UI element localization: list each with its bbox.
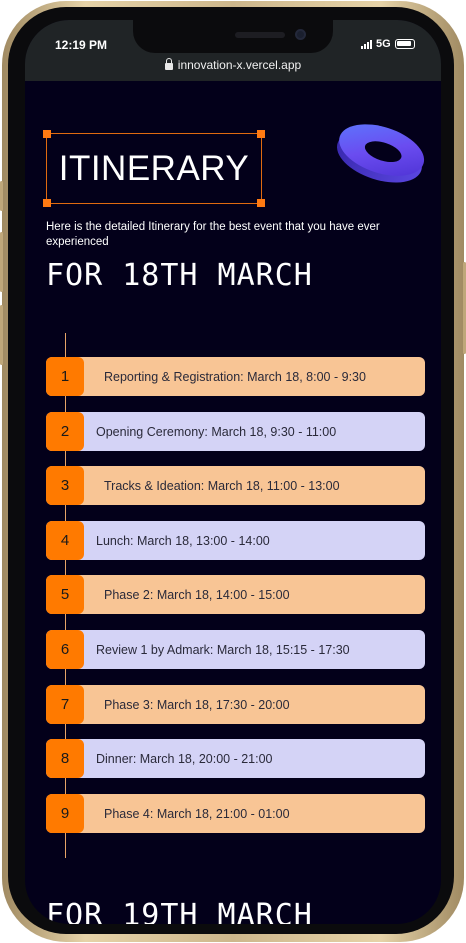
itinerary-item: Opening Ceremony: March 18, 9:30 - 11:00… [46,412,425,451]
itinerary-item: Phase 2: March 18, 14:00 - 15:00 5 [46,575,425,614]
itinerary-item: Review 1 by Admark: March 18, 15:15 - 17… [46,630,425,669]
torus-graphic [337,124,425,183]
itinerary-item: Phase 4: March 18, 21:00 - 01:00 9 [46,794,425,833]
speaker-grille [235,32,285,38]
itinerary-item: Reporting & Registration: March 18, 8:00… [46,357,425,396]
address-bar[interactable]: innovation-x.vercel.app [25,58,441,72]
itinerary-card: Opening Ceremony: March 18, 9:30 - 11:00 [46,412,425,451]
itinerary-number: 4 [46,521,84,560]
itinerary-number: 3 [46,466,84,505]
itinerary-number: 9 [46,794,84,833]
url-text: innovation-x.vercel.app [177,58,302,72]
phone-side-button [0,305,3,365]
itinerary-text: Reporting & Registration: March 18, 8:00… [104,369,366,384]
itinerary-card: Phase 4: March 18, 21:00 - 01:00 [46,794,425,833]
network-label: 5G [376,38,391,50]
itinerary-card: Dinner: March 18, 20:00 - 21:00 [46,739,425,778]
itinerary-item: Lunch: March 18, 13:00 - 14:00 4 [46,521,425,560]
status-bar: 12:19 PM 5G innovation-x.vercel.app [25,20,441,81]
itinerary-number: 6 [46,630,84,669]
lock-icon [164,58,173,70]
phone-side-button [0,181,3,211]
signal-icon [361,39,372,49]
itinerary-number: 5 [46,575,84,614]
itinerary-number: 8 [46,739,84,778]
itinerary-card: Reporting & Registration: March 18, 8:00… [46,357,425,396]
screen: 12:19 PM 5G innovation-x.vercel.app ITIN… [25,20,441,924]
camera-icon [295,29,306,40]
itinerary-item: Phase 3: March 18, 17:30 - 20:00 7 [46,685,425,724]
itinerary-number: 7 [46,685,84,724]
itinerary-text: Lunch: March 18, 13:00 - 14:00 [96,533,270,548]
itinerary-text: Phase 2: March 18, 14:00 - 15:00 [104,587,290,602]
day-heading: FOR 18TH MARCH [46,258,313,293]
day-heading: FOR 19TH MARCH [46,898,313,924]
itinerary-text: Review 1 by Admark: March 18, 15:15 - 17… [96,642,350,657]
itinerary-item: Dinner: March 18, 20:00 - 21:00 8 [46,739,425,778]
page-title-box: ITINERARY [43,130,265,207]
status-time: 12:19 PM [55,38,108,52]
itinerary-card: Review 1 by Admark: March 18, 15:15 - 17… [46,630,425,669]
itinerary-card: Lunch: March 18, 13:00 - 14:00 [46,521,425,560]
itinerary-number: 1 [46,357,84,396]
itinerary-card: Phase 3: March 18, 17:30 - 20:00 [46,685,425,724]
itinerary-text: Phase 4: March 18, 21:00 - 01:00 [104,806,290,821]
phone-side-button [0,232,3,292]
battery-icon [394,39,415,49]
status-indicators: 5G [361,38,415,50]
itinerary-text: Phase 3: March 18, 17:30 - 20:00 [104,697,290,712]
itinerary-card: Phase 2: March 18, 14:00 - 15:00 [46,575,425,614]
page-subtitle: Here is the detailed Itinerary for the b… [46,221,380,248]
itinerary-text: Tracks & Ideation: March 18, 11:00 - 13:… [104,478,340,493]
itinerary-text: Dinner: March 18, 20:00 - 21:00 [96,751,273,766]
page-title: ITINERARY [58,148,250,188]
itinerary-text: Opening Ceremony: March 18, 9:30 - 11:00 [96,424,337,439]
itinerary-number: 2 [46,412,84,451]
itinerary-item: Tracks & Ideation: March 18, 11:00 - 13:… [46,466,425,505]
itinerary-card: Tracks & Ideation: March 18, 11:00 - 13:… [46,466,425,505]
